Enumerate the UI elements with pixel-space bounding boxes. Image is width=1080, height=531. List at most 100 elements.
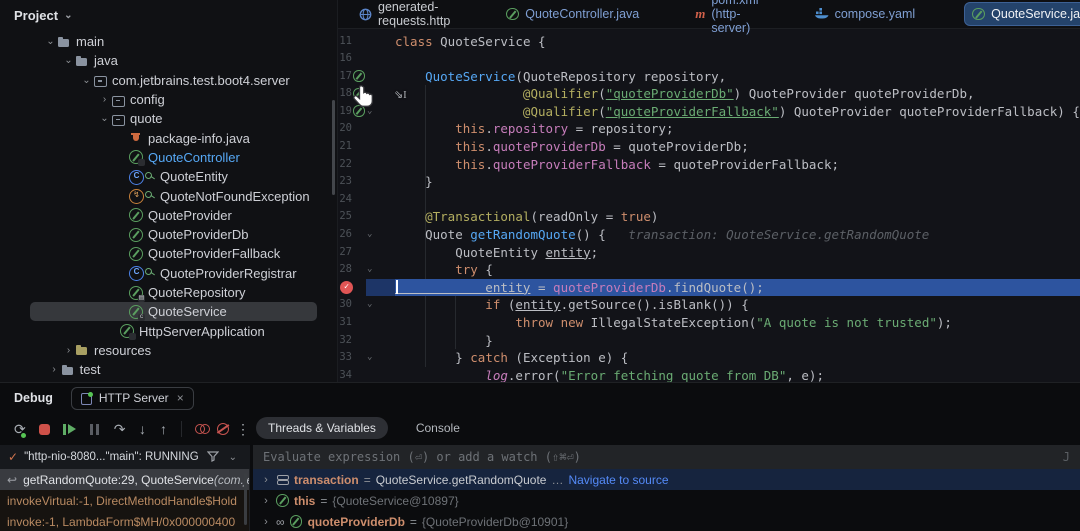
code-line-23[interactable]: 23 } [338,173,1080,191]
chevron-down-icon[interactable]: ⌄ [44,36,57,47]
tab-console[interactable]: Console [404,417,472,439]
code-editor[interactable]: 11 class QuoteService {16 17 QuoteService(… [338,29,1080,382]
tree-item-quoteservice[interactable]: c QuoteService [0,302,337,322]
tree-item-httpserverapplication[interactable]: HttpServerApplication [0,321,337,341]
line-number: 17 [339,69,352,82]
tree-item-config[interactable]: › config [0,90,337,109]
editor-tab-label: compose.yaml [834,7,916,21]
chevron-down-icon[interactable]: ⌄ [62,55,75,66]
code-line-25[interactable]: 25 @Transactional(readOnly = true) [338,208,1080,226]
code-line-11[interactable]: 11 class QuoteService { [338,33,1080,51]
code-text: throw new IllegalStateException("A quote… [395,315,952,330]
code-line-22[interactable]: 22 this.quoteProviderFallback = quotePro… [338,156,1080,174]
navigate-to-source-link[interactable]: Navigate to source [568,473,668,487]
step-out-button[interactable]: ↑ [159,421,167,438]
tree-item-quoteproviderfallback[interactable]: QuoteProviderFallback [0,244,337,263]
filter-funnel-icon[interactable] [206,450,219,465]
debug-session-tab[interactable]: HTTP Server × [70,386,194,410]
code-line-27[interactable]: 27 QuoteEntity entity; [338,244,1080,262]
chevron-down-icon[interactable]: ⌄ [80,75,93,86]
chevron-down-icon[interactable]: ⌄ [98,113,111,124]
code-line-29[interactable]: ✓ entity = quoteProviderDb.findQuote(); [338,278,1080,297]
tree-item-quoteentity[interactable]: QuoteEntity [0,167,337,186]
editor-tab-pom-xml-http-server-[interactable]: m pom.xml (http-server) [688,0,765,35]
editor-tab-compose-yaml[interactable]: compose.yaml [808,2,923,26]
rerun-button[interactable]: ⟳ [14,421,26,438]
code-line-30[interactable]: 30 ⌄ if (entity.getSource().isBlank()) { [338,296,1080,314]
chevron-right-icon[interactable]: › [48,364,61,375]
tree-item-quoteproviderdb[interactable]: QuoteProviderDb [0,225,337,244]
tab-threads-variables[interactable]: Threads & Variables [256,417,388,439]
frame-text: getRandomQuote:29, QuoteService [23,472,214,487]
chevron-right-icon[interactable]: › [261,495,271,507]
line-number: 21 [339,140,352,153]
stop-button[interactable] [39,421,50,438]
fold-chevron-icon[interactable]: ⌄ [367,226,372,244]
chevron-right-icon[interactable]: › [62,345,75,356]
resume-button[interactable] [63,421,76,438]
code-line-28[interactable]: 28 ⌄ try { [338,261,1080,279]
code-line-34[interactable]: 34 log.error("Error fetching quote from … [338,367,1080,382]
tree-item-resources[interactable]: › resources [0,341,337,360]
project-scrollbar[interactable] [332,100,335,195]
tree-item-quoterepository[interactable]: ▤ QuoteRepository [0,283,337,302]
tree-item-test[interactable]: › test [0,360,337,379]
code-line-17[interactable]: 17 QuoteService(QuoteRepository reposito… [338,68,1080,86]
tree-item-label: resources [94,342,152,358]
chevron-down-icon[interactable]: ⌄ [229,452,237,463]
line-number: 22 [339,157,352,170]
code-text: @Transactional(readOnly = true) [395,209,659,225]
editor-tab-quotecontroller-java[interactable]: QuoteController.java [499,2,646,26]
code-line-24[interactable]: 24 [338,191,1080,209]
variable-row-this[interactable]: › this = {QuoteService@10897} [253,490,1080,511]
frames-scrollbar[interactable] [244,473,247,525]
step-over-button[interactable]: ↷ [114,421,126,438]
code-line-18[interactable]: 18 @Qualifier("quoteProviderDb") QuotePr… [338,85,1080,103]
view-breakpoints-button[interactable] [194,421,210,438]
editor-tab-quoteservice-java[interactable]: QuoteService.java× [964,2,1080,26]
code-line-19[interactable]: 19 ⌄ @Qualifier("quoteProviderFallback") … [338,103,1080,121]
fold-chevron-icon[interactable]: ⌄ [367,296,372,314]
code-line-31[interactable]: 31 throw new IllegalStateException("A qu… [338,314,1080,332]
code-line-20[interactable]: 20 this.repository = repository; [338,120,1080,138]
chevron-right-icon[interactable]: › [261,516,271,528]
close-icon[interactable]: × [177,391,184,405]
tree-item-quotecontroller[interactable]: QuoteController [0,148,337,167]
thread-selector[interactable]: ✓ "http-nio-8080..."main": RUNNING ⌄ [0,445,250,469]
code-line-26[interactable]: 26 ⌄ Quote getRandomQuote() { transaction… [338,226,1080,244]
code-line-16[interactable]: 16 [338,50,1080,68]
mute-breakpoints-button[interactable] [215,421,230,438]
variable-row-transaction[interactable]: › transaction = QuoteService.getRandomQuote… [253,469,1080,490]
editor-tab-generated-requests-http[interactable]: generated-requests.http [352,0,457,28]
breakpoint-icon[interactable]: ✓ [340,280,353,294]
line-number: 30 [339,298,352,311]
code-text: this.repository = repository; [395,121,674,137]
chevron-right-icon[interactable]: › [98,94,111,105]
evaluate-expression-input[interactable]: Evaluate expression (⏎) or add a watch (… [253,445,1080,469]
tree-item-quoteprovider[interactable]: QuoteProvider [0,206,337,225]
tree-item-package-info-java[interactable]: package-info.java [0,128,337,147]
project-tool-window-header[interactable]: Project ⌄ [0,0,337,30]
more-button[interactable]: ⋮ [236,421,250,438]
fold-chevron-icon[interactable]: ⌄ [367,349,372,367]
stack-frame[interactable]: invokeVirtual:-1, DirectMethodHandle$Hol… [0,490,249,511]
tree-item-quote[interactable]: ⌄ quote [0,109,337,128]
tree-item-label: main [76,34,105,50]
pause-button[interactable] [89,421,101,438]
stack-frame[interactable]: invoke:-1, LambdaForm$MH/0x000000400 [0,511,249,531]
tree-item-main[interactable]: ⌄ main [0,32,337,51]
chevron-right-icon[interactable]: › [261,474,271,486]
code-text: this.quoteProviderDb = quoteProviderDb; [395,139,749,155]
tree-item-com-jetbrains-test-boot4-server[interactable]: ⌄ com.jetbrains.test.boot4.server [0,71,337,90]
code-line-21[interactable]: 21 this.quoteProviderDb = quoteProviderD… [338,138,1080,156]
fold-chevron-icon[interactable]: ⌄ [367,261,372,279]
variable-row-quoteProviderDb[interactable]: › ∞ quoteProviderDb = {QuoteProviderDb@10901… [253,511,1080,531]
code-line-32[interactable]: 32 } [338,332,1080,350]
tree-item-quoteproviderregistrar[interactable]: QuoteProviderRegistrar [0,264,337,283]
tree-item-quotenotfoundexception[interactable]: QuoteNotFoundException [0,186,337,205]
stack-frame[interactable]: ↩getRandomQuote:29, QuoteService (com.je [0,469,249,490]
gutter-bean-icon[interactable] [353,70,365,82]
code-line-33[interactable]: 33 ⌄ } catch (Exception e) { [338,349,1080,367]
tree-item-java[interactable]: ⌄ java [0,51,337,70]
step-into-button[interactable]: ↓ [138,421,146,438]
